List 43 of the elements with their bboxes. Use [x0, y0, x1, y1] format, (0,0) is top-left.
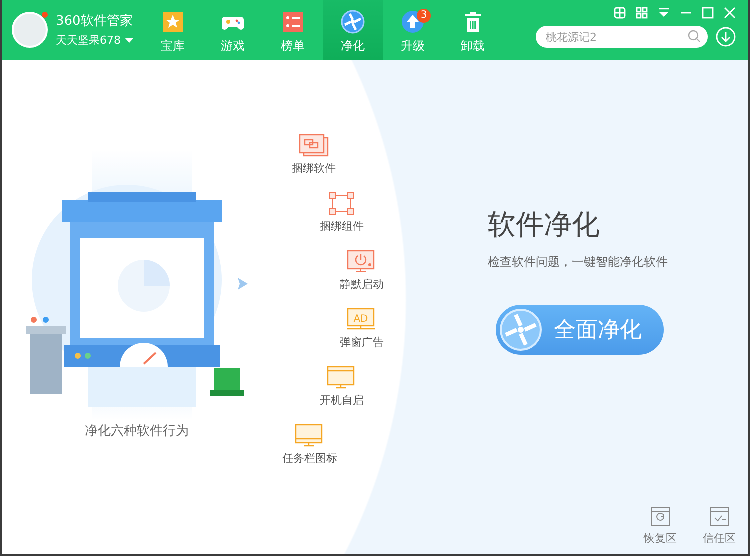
count-badge: 3	[417, 9, 431, 23]
behavior-item[interactable]: AD 弹窗广告	[332, 308, 392, 350]
windows-icon	[299, 134, 329, 158]
behavior-item[interactable]: 开机自启	[312, 366, 372, 408]
fan-icon	[500, 309, 542, 351]
tab-icon	[341, 10, 365, 34]
behavior-item[interactable]: 静默启动	[332, 250, 392, 292]
nav-tab[interactable]: 榜单	[263, 0, 323, 60]
search-icon[interactable]	[688, 30, 701, 43]
search-field[interactable]: 桃花源记2	[536, 26, 708, 48]
nav-tab[interactable]: 升级 3	[383, 0, 443, 60]
monitor-icon	[295, 424, 325, 448]
grid-icon[interactable]	[614, 7, 626, 19]
menu-icon[interactable]	[658, 7, 670, 19]
clean-all-button[interactable]: 全面净化	[496, 305, 664, 355]
caption: 净化六种软件行为	[85, 423, 189, 440]
tab-icon	[281, 10, 305, 34]
power-icon	[347, 250, 377, 274]
behavior-item[interactable]: 捆绑软件	[284, 134, 344, 176]
zone-button[interactable]: 恢复区	[644, 507, 677, 546]
page-title: 软件净化	[488, 207, 601, 243]
nav-tab[interactable]: 净化	[323, 0, 383, 60]
notification-dot	[42, 12, 48, 18]
user-name[interactable]: 天天坚果678	[56, 33, 121, 48]
subtitle: 检查软件问题，一键智能净化软件	[488, 254, 669, 271]
nodes-icon	[327, 192, 357, 216]
apps-icon[interactable]	[636, 7, 648, 19]
nav-tab[interactable]: 宝库	[143, 0, 203, 60]
checklist-icon	[710, 507, 730, 527]
app-title: 360软件管家	[56, 13, 134, 30]
tab-icon	[161, 10, 185, 34]
behavior-item[interactable]: 捆绑组件	[312, 192, 372, 234]
download-icon[interactable]	[716, 27, 736, 47]
nav-tab[interactable]: 游戏	[203, 0, 263, 60]
caret-icon[interactable]	[125, 38, 134, 43]
maximize-icon[interactable]	[702, 7, 714, 19]
nav-tab[interactable]: 卸载	[443, 0, 503, 60]
restore-icon	[650, 507, 670, 527]
close-icon[interactable]	[724, 7, 736, 19]
behavior-item[interactable]: 任务栏图标	[280, 424, 340, 466]
avatar[interactable]	[12, 12, 48, 48]
zone-button[interactable]: 信任区	[703, 507, 736, 546]
monitor-icon	[327, 366, 357, 390]
